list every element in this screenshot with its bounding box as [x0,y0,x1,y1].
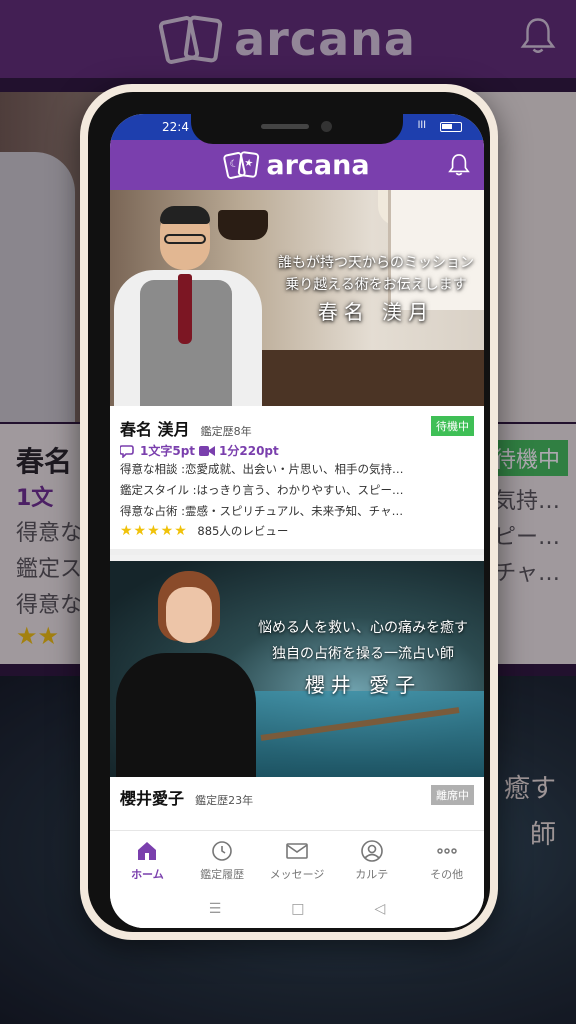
back-nav-icon[interactable]: ◁ [375,901,386,917]
person-image [110,206,262,406]
review-row: ★★★★★ 885人のレビュー [120,523,474,539]
user-icon [360,840,383,862]
app-header: ☾ ★ arcana [110,140,484,190]
chat-icon [120,444,134,458]
reading-style: 鑑定スタイル :はっきり言う、わかりやすい、スピー… [120,483,404,497]
star-rating: ★★★★★ [120,523,188,539]
experience-years: 鑑定歴8年 [200,425,252,438]
logo-cards-icon: ☾ ★ [222,150,261,180]
tab-messages[interactable]: メッセージ [260,831,335,890]
specialty-consult: 得意な相談 :恋愛成就、出会い・片思い、相手の気持… [120,462,404,476]
status-badge: 待機中 [431,416,474,436]
review-count: 885人のレビュー [197,524,289,538]
fortune-teller-card[interactable]: 悩める人を救い、心の痛みを癒す 独自の占術を操る一流占い師 櫻井 愛子 櫻井愛子… [110,561,484,830]
phone-screen: 22:4 lll ☾ ★ arcana 誰もが持つ天からのミッション 乗り越える… [110,114,484,928]
signal-icon: lll [417,120,426,131]
card-info: 櫻井愛子 鑑定歴23年 離席中 [120,785,474,808]
tab-home[interactable]: ホーム [110,831,185,890]
menu-nav-icon[interactable]: ☰ [209,901,222,917]
app-logo[interactable]: ☾ ★ arcana [222,149,370,181]
teller-name: 春名 渼月 [120,420,190,439]
bottom-tab-bar: ホーム 鑑定履歴 メッセージ カルテ その他 [110,830,484,890]
person-image [110,571,260,777]
card-info: 春名 渼月 鑑定歴8年 待機中 1文字5pt 1分220pt 得意な相談:恋愛… [120,416,474,539]
experience-years: 鑑定歴23年 [195,794,254,807]
tab-history[interactable]: 鑑定履歴 [185,831,260,890]
notification-bell-icon[interactable] [448,152,470,178]
video-price: 1分220pt [219,444,279,458]
home-icon [138,842,157,860]
home-nav-icon[interactable]: □ [291,901,304,917]
system-nav-bar: ☰ □ ◁ [110,890,484,928]
tab-other[interactable]: その他 [409,831,484,890]
battery-icon [440,122,462,132]
status-time: 22:4 [162,120,189,134]
more-icon [436,848,457,854]
price-row: 1文字5pt 1分220pt [120,442,474,459]
tab-karte[interactable]: カルテ [334,831,409,890]
phone-frame: 22:4 lll ☾ ★ arcana 誰もが持つ天からのミッション 乗り越える… [80,84,498,940]
profile-photo[interactable]: 悩める人を救い、心の痛みを癒す 独自の占術を操る一流占い師 櫻井 愛子 [110,561,484,777]
status-badge: 離席中 [431,785,474,805]
history-icon [212,841,232,861]
photo-caption: 誰もが持つ天からのミッション 乗り越える術をお伝えします 春名 渼月 [278,255,474,324]
photo-caption: 悩める人を救い、心の痛みを癒す 独自の占術を操る一流占い師 櫻井 愛子 [258,620,468,697]
profile-photo[interactable]: 誰もが持つ天からのミッション 乗り越える術をお伝えします 春名 渼月 [110,190,484,406]
chat-price: 1文字5pt [140,444,196,458]
logo-text: arcana [266,149,370,181]
teller-name: 櫻井愛子 [120,789,185,808]
phone-bezel: 22:4 lll ☾ ★ arcana 誰もが持つ天からのミッション 乗り越える… [88,92,490,932]
fortune-teller-card[interactable]: 誰もが持つ天からのミッション 乗り越える術をお伝えします 春名 渼月 春名 渼月… [110,190,484,555]
phone-notch [191,114,403,144]
video-icon [199,445,216,456]
mail-icon [286,843,308,859]
specialty-method: 得意な占術 :霊感・スピリチュアル、未来予知、チャ… [120,504,404,518]
fortune-teller-feed[interactable]: 誰もが持つ天からのミッション 乗り越える術をお伝えします 春名 渼月 春名 渼月… [110,190,484,830]
